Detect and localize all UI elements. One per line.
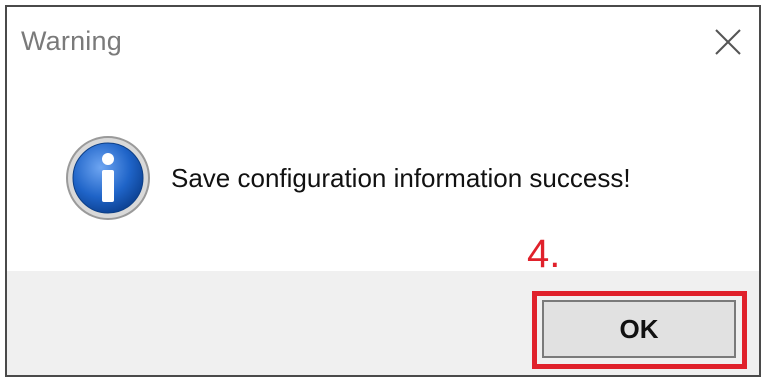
dialog-message: Save configuration information success!: [171, 163, 631, 193]
title-bar: Warning: [7, 7, 759, 77]
close-icon: [715, 29, 741, 55]
warning-dialog: Warning Save configuration information s…: [5, 5, 761, 377]
information-icon: [65, 135, 151, 221]
dialog-footer: OK: [7, 271, 759, 375]
dialog-title: Warning: [21, 26, 122, 56]
dialog-content: Save configuration information success! …: [7, 77, 759, 276]
step-annotation: 4.: [527, 232, 561, 276]
ok-button[interactable]: OK: [542, 300, 736, 358]
close-button[interactable]: [697, 7, 759, 77]
